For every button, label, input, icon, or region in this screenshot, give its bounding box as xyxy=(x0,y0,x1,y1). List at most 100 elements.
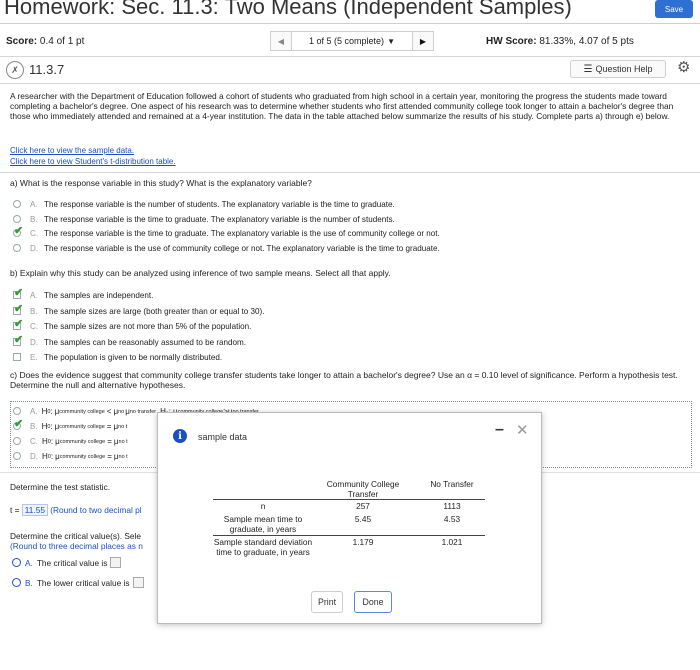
answer-option[interactable]: ✔ D. The samples can be reasonably assumed… xyxy=(12,334,247,348)
lower-critical-value-input[interactable] xyxy=(132,577,144,588)
radio-button[interactable]: ✔ xyxy=(12,225,26,239)
table-rule xyxy=(213,499,485,500)
test-stat-prompt: Determine the test statistic. xyxy=(10,482,111,492)
score-value: 0.4 of 1 pt xyxy=(39,36,85,47)
checkmark-icon: ✔ xyxy=(14,225,24,237)
divider xyxy=(0,23,700,24)
minimize-icon[interactable]: – xyxy=(495,421,504,439)
option-letter: B. xyxy=(30,306,38,316)
answer-option[interactable]: D. The response variable is the use of co… xyxy=(12,243,440,254)
checkbox[interactable] xyxy=(12,352,26,363)
row-label-sd: Sample standard deviation time to gradua… xyxy=(213,537,313,557)
row-label-n: n xyxy=(260,501,266,511)
operator: = xyxy=(106,422,112,431)
hypothesis-option[interactable]: D. H 0: μ community college = μ no t xyxy=(12,451,128,462)
mu-sub: no t xyxy=(118,423,128,430)
prev-question-button[interactable]: ◀ xyxy=(270,31,292,51)
test-stat-row: t = 11.55 (Round to two decimal pl xyxy=(10,504,142,516)
option-letter: A. xyxy=(30,291,38,300)
question-id: 11.3.7 xyxy=(29,62,65,77)
operator: = xyxy=(107,437,112,446)
cell-cc-n: 257 xyxy=(356,501,370,511)
operator: = xyxy=(107,452,112,461)
hypothesis-option[interactable]: C. H 0: μ community college = μ no t xyxy=(12,436,128,447)
close-icon[interactable]: ✕ xyxy=(516,421,529,439)
question-selector[interactable]: 1 of 5 (5 complete) ▼ xyxy=(292,31,412,51)
checkbox[interactable]: ✔ xyxy=(12,303,26,317)
option-text: The samples can be reasonably assumed to… xyxy=(44,337,247,347)
question-navigator: ◀ 1 of 5 (5 complete) ▼ ▶ xyxy=(270,31,434,51)
option-letter: A. xyxy=(30,407,38,416)
crit-option-a[interactable]: A. The critical value is xyxy=(12,557,122,568)
chevron-right-icon: ▶ xyxy=(419,36,427,46)
checkmark-icon: ✔ xyxy=(14,333,24,346)
radio-button[interactable] xyxy=(12,451,26,462)
radio[interactable] xyxy=(12,578,21,587)
divider xyxy=(0,172,700,173)
part-c-prompt: c) Does the evidence suggest that commun… xyxy=(10,370,678,390)
checkmark-icon: ✔ xyxy=(14,418,24,430)
radio-button[interactable] xyxy=(12,406,26,417)
answer-option[interactable]: ✔ B. The sample sizes are large (both grea… xyxy=(12,303,264,317)
checkbox[interactable]: ✔ xyxy=(12,334,26,348)
option-letter: D. xyxy=(30,337,39,347)
radio-button[interactable] xyxy=(12,436,26,447)
score: Score: 0.4 of 1 pt xyxy=(6,36,84,47)
done-button[interactable]: Done xyxy=(354,591,392,613)
answer-option[interactable]: A. The response variable is the number of… xyxy=(12,199,395,210)
option-text: The response variable is the time to gra… xyxy=(44,229,440,238)
mu-sub: community college xyxy=(59,423,105,430)
radio-button[interactable] xyxy=(12,199,26,210)
divider xyxy=(0,56,700,57)
divider xyxy=(0,83,700,84)
option-text: The population is given to be normally d… xyxy=(44,353,223,362)
sample-data-dialog: i sample data – ✕ Community College Tran… xyxy=(157,412,542,624)
checkbox[interactable]: ✔ xyxy=(12,318,26,332)
crit-prompt: Determine the critical value(s). Sele xyxy=(10,531,141,541)
test-stat-input[interactable]: 11.55 xyxy=(21,504,48,516)
option-letter: B. xyxy=(30,422,38,431)
answer-option[interactable]: ✔ A. The samples are independent. xyxy=(12,287,154,301)
option-text: The samples are independent. xyxy=(44,291,154,300)
next-question-button[interactable]: ▶ xyxy=(412,31,434,51)
question-help-button[interactable]: ☰ Question Help xyxy=(570,60,666,78)
radio[interactable] xyxy=(12,558,21,567)
option-letter: B. xyxy=(25,577,33,588)
radio-button[interactable] xyxy=(12,243,26,254)
cell-cc-mean: 5.45 xyxy=(354,514,372,524)
option-text: The lower critical value is xyxy=(36,577,130,588)
gear-icon[interactable]: ⚙ xyxy=(677,58,690,76)
crit-option-b[interactable]: B. The lower critical value is xyxy=(12,577,144,588)
checkmark-icon: ✔ xyxy=(14,287,24,299)
answer-option[interactable]: E. The population is given to be normally… xyxy=(12,352,222,363)
print-button[interactable]: Print xyxy=(311,591,343,613)
radio-button[interactable] xyxy=(12,214,26,225)
t-hint: (Round to two decimal pl xyxy=(50,505,142,515)
caret-down-icon: ▼ xyxy=(387,36,395,46)
table-rule xyxy=(213,535,485,536)
answer-option[interactable]: B. The response variable is the time to g… xyxy=(12,214,395,225)
option-text: The critical value is xyxy=(36,557,108,568)
mu-sub: community college xyxy=(59,408,105,415)
chevron-left-icon: ◀ xyxy=(277,36,285,46)
hw-score-value: 81.33%, 4.07 of 5 pts xyxy=(539,36,634,47)
hw-score-label: HW Score: xyxy=(486,36,537,47)
answer-option[interactable]: ✔ C. The response variable is the time to … xyxy=(12,225,440,239)
mu-sub: no t xyxy=(118,438,128,445)
col-header-cc: Community College Transfer xyxy=(308,479,418,499)
mu-sub: community college xyxy=(59,453,106,460)
save-button[interactable]: Save xyxy=(655,0,693,18)
question-help-label: Question Help xyxy=(595,64,653,74)
radio-circle xyxy=(13,214,21,223)
option-letter: A. xyxy=(30,200,38,209)
checkbox[interactable]: ✔ xyxy=(12,287,26,301)
hypothesis-option[interactable]: ✔ B. H 0: μ community college = μ no t xyxy=(12,418,128,432)
t-table-link[interactable]: Click here to view Student's t-distribut… xyxy=(10,157,176,166)
checkbox-box xyxy=(13,353,21,361)
hw-score: HW Score: 81.33%, 4.07 of 5 pts xyxy=(486,36,634,47)
critical-value-input[interactable] xyxy=(110,557,122,568)
sample-data-link[interactable]: Click here to view the sample data. xyxy=(10,146,134,155)
answer-option[interactable]: ✔ C. The sample sizes are not more than 5%… xyxy=(12,318,251,332)
radio-button[interactable]: ✔ xyxy=(12,418,26,432)
cell-cc-sd: 1.179 xyxy=(352,537,374,547)
